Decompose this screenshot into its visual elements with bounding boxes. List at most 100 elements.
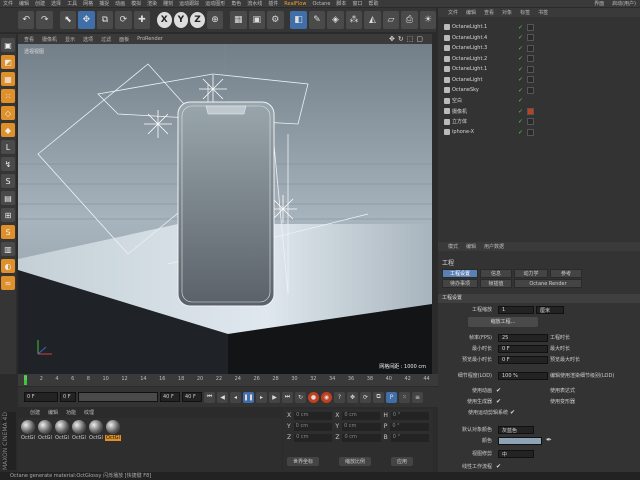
menu-animate[interactable]: 动画 <box>112 0 128 7</box>
coord-mode-select[interactable]: 世界坐标 <box>287 457 320 466</box>
array-icon[interactable]: ⁂ <box>345 11 363 29</box>
rotation-key-icon[interactable]: ⟳ <box>360 391 371 403</box>
object-row[interactable]: 摄像机 ✓ <box>438 106 640 116</box>
scale-icon[interactable]: ⧉ <box>96 11 114 29</box>
menu-tools[interactable]: 工具 <box>64 0 80 7</box>
position-key-icon[interactable]: ✥ <box>347 391 358 403</box>
vp-menu-filter[interactable]: 过滤 <box>101 36 111 43</box>
vp-menu-prorender[interactable]: ProRender <box>137 36 163 42</box>
subdivision-icon[interactable]: ◈ <box>327 11 344 29</box>
menu-octane[interactable]: Octane <box>309 1 333 7</box>
size-mode-select[interactable]: 缩放比例 <box>339 457 372 466</box>
menu-file[interactable]: 文件 <box>0 0 16 7</box>
record-icon[interactable]: ● <box>308 391 319 403</box>
lod-input[interactable]: 100 % <box>498 372 548 380</box>
goto-end-icon[interactable]: ⏭ <box>282 391 293 403</box>
param-key-icon[interactable]: P <box>386 391 397 403</box>
pla-key-icon[interactable]: ⁙ <box>399 391 410 403</box>
render-settings-icon[interactable]: ⚙ <box>267 11 284 29</box>
rotate-icon[interactable]: ⟳ <box>115 11 132 29</box>
prev-key-icon[interactable]: ◀ <box>217 391 228 403</box>
workplane-icon[interactable]: ▤ <box>1 191 15 205</box>
material-item[interactable]: OctGl <box>37 420 53 444</box>
color-swatch[interactable] <box>498 437 542 445</box>
prev-frame-icon[interactable]: ◂ <box>230 391 241 403</box>
floor-icon[interactable]: ▱ <box>382 11 400 29</box>
move-icon[interactable]: ✥ <box>78 11 95 29</box>
object-tag-icon[interactable] <box>527 34 535 41</box>
object-tag-icon[interactable] <box>527 65 535 73</box>
view-clip-select[interactable]: 中 <box>498 450 534 458</box>
am-menu-edit[interactable]: 编辑 <box>466 243 476 250</box>
tab-frame-interp[interactable]: 帧插值 <box>480 279 512 288</box>
scale-input[interactable]: 1 <box>498 306 534 314</box>
visibility-check-icon[interactable]: ✓ <box>518 97 523 104</box>
undo-icon[interactable]: ↶ <box>18 11 35 29</box>
object-row[interactable]: OctaneSky ✓ <box>438 85 640 95</box>
goto-start-icon[interactable]: ⏮ <box>204 391 215 403</box>
object-row[interactable]: 空白 ✓ <box>438 96 640 106</box>
size-z-field[interactable]: 0 cm <box>342 434 381 442</box>
material-item[interactable]: OctGl <box>54 420 70 444</box>
tab-octane-render[interactable]: Octane Render <box>514 279 582 288</box>
material-item[interactable]: OctGl <box>20 420 36 444</box>
render-picture-viewer-icon[interactable]: ▣ <box>248 11 266 29</box>
object-row[interactable]: OctaneLight.4 ✓ <box>438 33 640 43</box>
menu-script[interactable]: 脚本 <box>333 0 349 7</box>
grid-icon[interactable]: ⊞ <box>1 208 15 222</box>
model-mode-icon[interactable]: ▣ <box>1 38 15 52</box>
tab-reference[interactable]: 参考 <box>550 269 582 278</box>
vp-menu-display[interactable]: 显示 <box>65 36 75 43</box>
visibility-check-icon[interactable]: ✓ <box>518 118 523 125</box>
autokey-icon[interactable]: ◉ <box>321 391 332 403</box>
use-motion-checkbox[interactable]: ✔ <box>510 409 515 416</box>
menu-render[interactable]: 渲染 <box>144 0 160 7</box>
texture-mode-icon[interactable]: ◩ <box>1 55 15 69</box>
y-axis-toggle[interactable]: Y <box>173 12 189 28</box>
size-y-field[interactable]: 0 cm <box>342 423 381 431</box>
apply-button[interactable]: 应用 <box>391 457 414 466</box>
menu-help[interactable]: 帮助 <box>365 0 381 7</box>
axis-mode-icon[interactable]: L <box>1 140 15 154</box>
live-select-icon[interactable]: ⬉ <box>59 11 77 29</box>
tweak-mode-icon[interactable]: ↯ <box>1 157 15 171</box>
min-time-input[interactable]: 0 F <box>498 345 548 353</box>
am-menu-userdata[interactable]: 用户数据 <box>484 243 504 250</box>
om-menu-bookmarks[interactable]: 书签 <box>538 9 548 16</box>
object-tag-icon[interactable] <box>527 55 535 62</box>
material-item[interactable]: OctGl <box>71 420 87 444</box>
object-tag-icon[interactable] <box>527 128 535 136</box>
menu-character[interactable]: 角色 <box>228 0 244 7</box>
menu-mograph[interactable]: 运动图形 <box>202 0 228 7</box>
menu-realflow[interactable]: RealFlow <box>281 1 309 7</box>
om-menu-object[interactable]: 对象 <box>502 9 512 16</box>
coordinate-system-icon[interactable]: ⊕ <box>206 11 224 29</box>
tab-dynamics[interactable]: 动力学 <box>514 269 548 278</box>
scale-unit-select[interactable]: 厘米 <box>536 306 564 314</box>
am-menu-mode[interactable]: 模式 <box>448 243 458 250</box>
menu-sculpt[interactable]: 雕刻 <box>160 0 176 7</box>
scale-key-icon[interactable]: ⧉ <box>373 391 384 403</box>
menu-motion-tracking[interactable]: 运动跟踪 <box>176 0 202 7</box>
checkerboard-icon[interactable]: ▦ <box>1 72 15 86</box>
viewport[interactable]: 查看 摄像机 显示 选项 过滤 面板 ProRender ✥↻⬚▢ 透视视图 网… <box>18 34 432 374</box>
mat-tab-create[interactable]: 创建 <box>30 409 40 417</box>
menu-mesh[interactable]: 网格 <box>80 0 96 7</box>
deformer-icon[interactable]: ◭ <box>364 11 381 29</box>
object-row[interactable]: OctaneLight.1 ✓ <box>438 64 640 74</box>
eyedropper-icon[interactable]: ✒ <box>546 436 552 444</box>
object-tag-icon[interactable] <box>527 23 535 31</box>
pause-icon[interactable]: ❚❚ <box>243 391 254 403</box>
visibility-check-icon[interactable]: ✓ <box>518 45 523 52</box>
visibility-check-icon[interactable]: ✓ <box>518 34 523 41</box>
menu-snap[interactable]: 捕捉 <box>96 0 112 7</box>
light-icon[interactable]: ☀ <box>419 11 437 29</box>
visibility-check-icon[interactable]: ✓ <box>518 76 523 83</box>
vp-menu-panel[interactable]: 面板 <box>119 36 129 43</box>
mat-tab-edit[interactable]: 编辑 <box>48 409 58 417</box>
object-tag-icon[interactable] <box>527 44 535 52</box>
menu-create[interactable]: 创建 <box>32 0 48 7</box>
realflow-icon[interactable]: ≈ <box>1 276 15 290</box>
visibility-check-icon[interactable]: ✓ <box>518 24 523 31</box>
vp-menu-camera[interactable]: 摄像机 <box>42 36 57 43</box>
